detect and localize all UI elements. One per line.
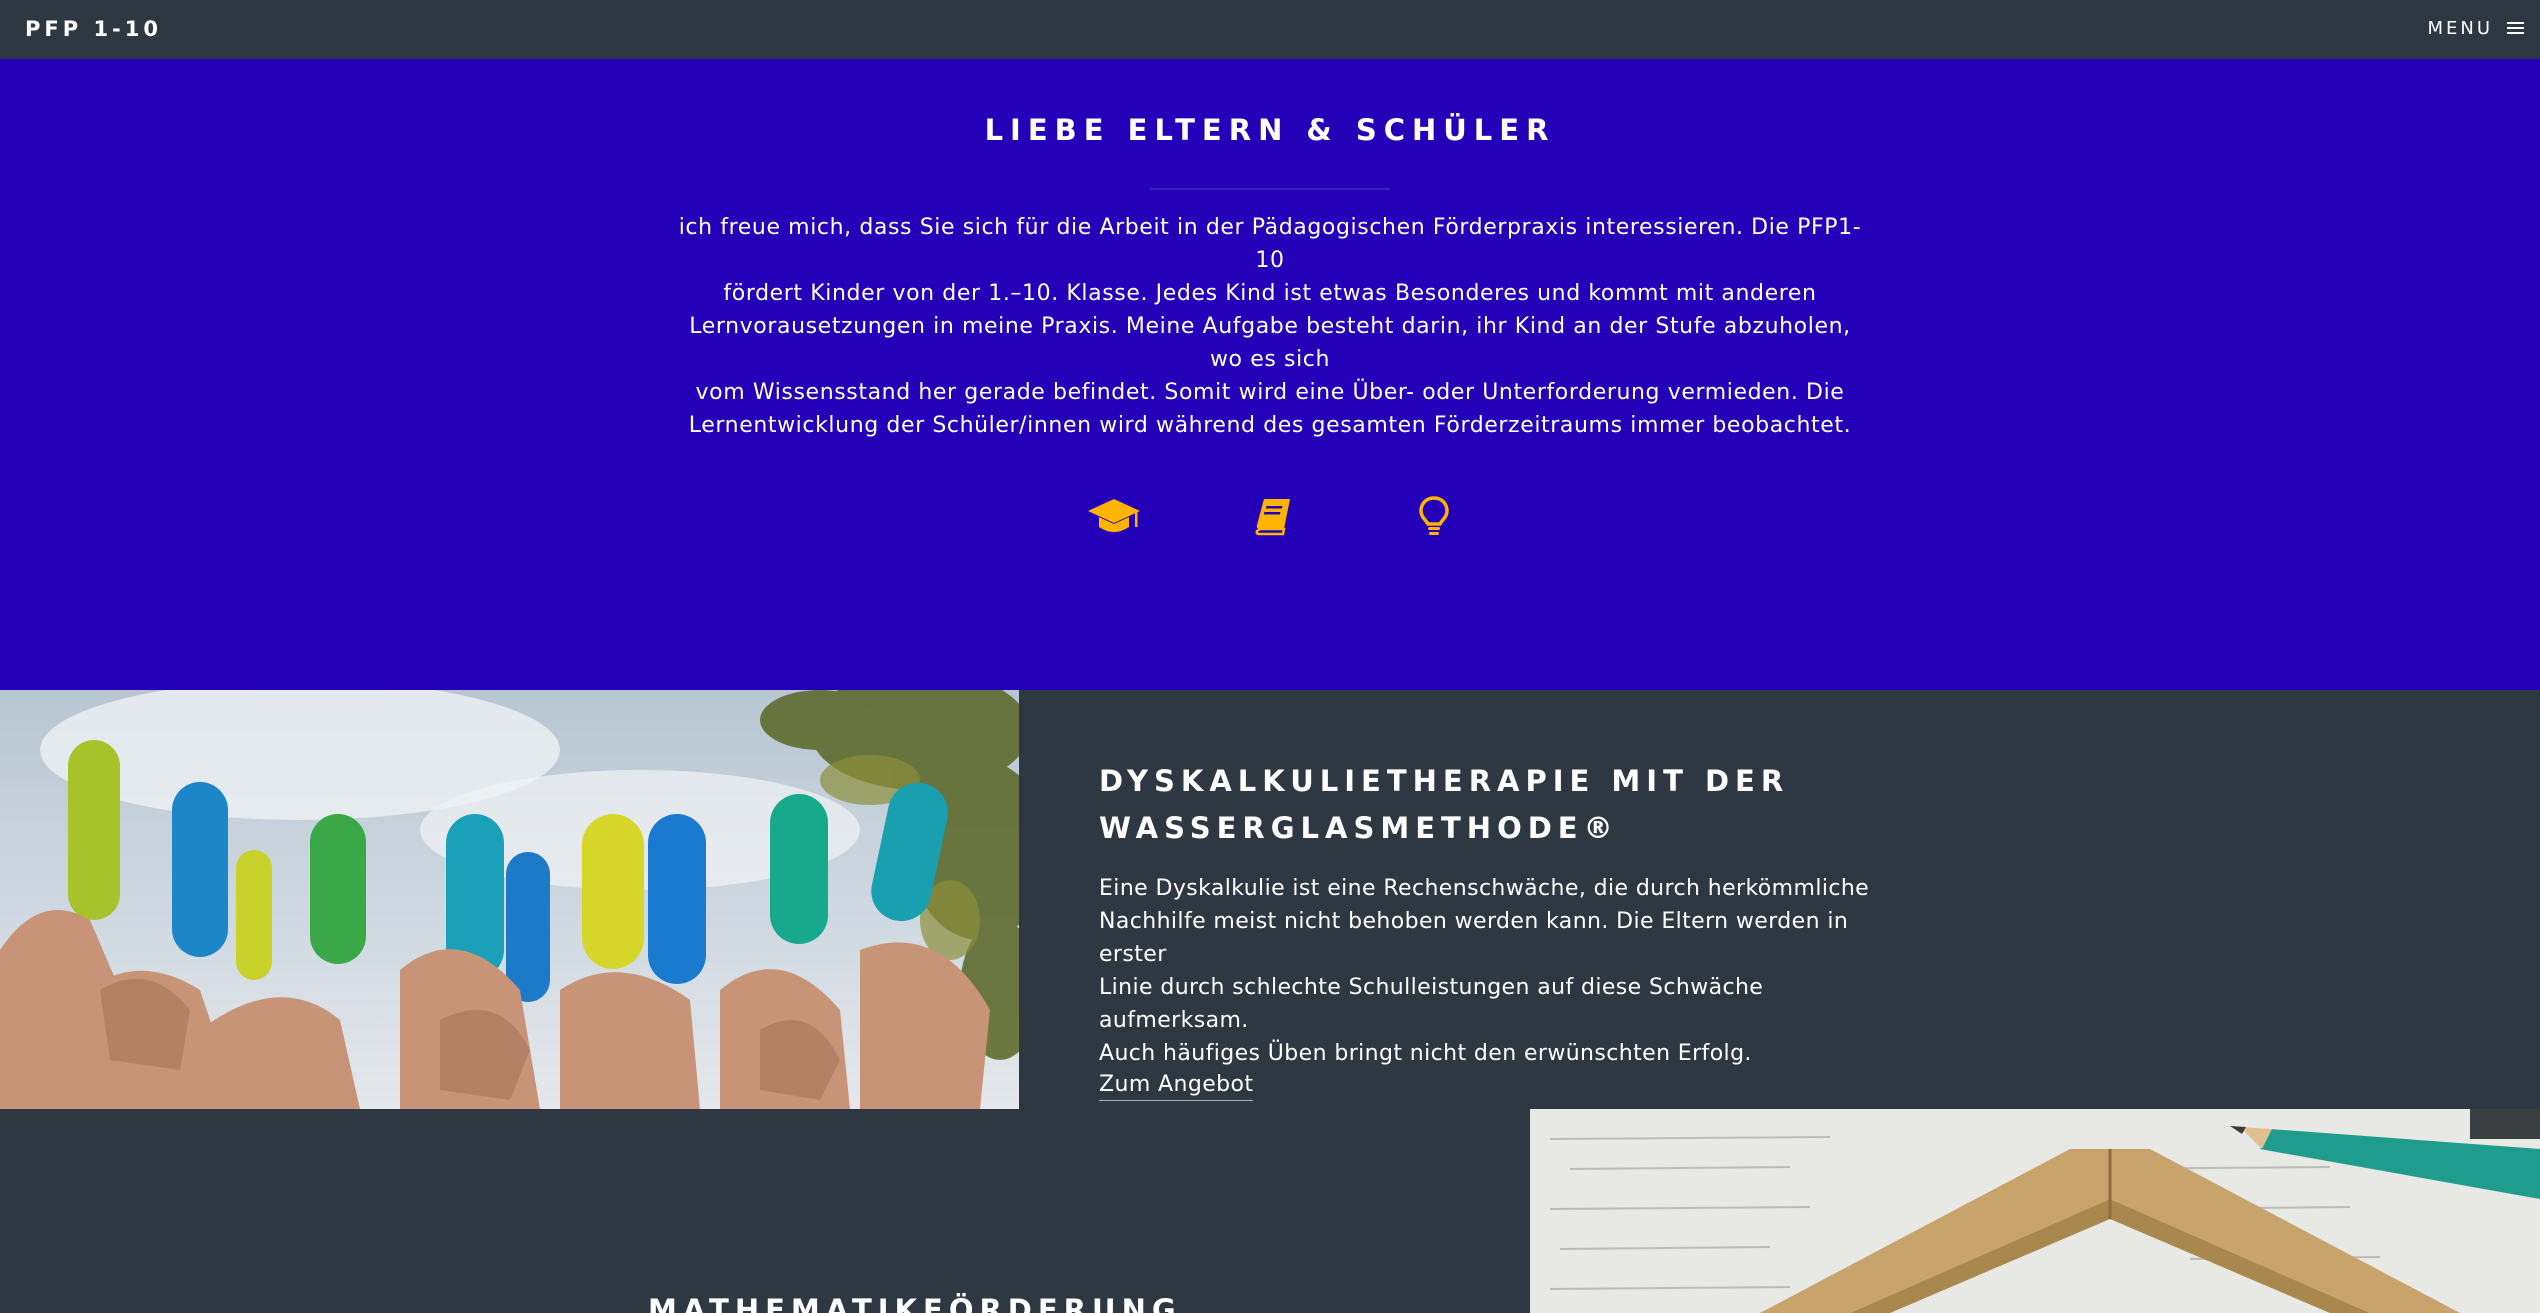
- paragraph-line: Nachhilfe meist nicht behoben werden kan…: [1099, 909, 1849, 967]
- intro-paragraph: ich freue mich, dass Sie sich für die Ar…: [670, 211, 1870, 442]
- paragraph-line: Eine Dyskalkulie ist eine Rechenschwäche…: [1099, 876, 1870, 901]
- intro-section: LIEBE ELTERN & SCHÜLER ich freue mich, d…: [0, 59, 2540, 690]
- intro-line: fördert Kinder von der 1.–10. Klasse. Je…: [723, 281, 1817, 306]
- mathematik-section: MATHEMATIKFÖRDERUNG: [0, 1109, 2540, 1313]
- mathematik-title: MATHEMATIKFÖRDERUNG: [648, 1293, 1182, 1313]
- zum-angebot-link[interactable]: Zum Angebot: [1099, 1070, 1254, 1101]
- menu-button[interactable]: MENU: [2427, 18, 2524, 39]
- book-icon: [1244, 487, 1304, 547]
- feature-icons: [0, 487, 2540, 547]
- title-line: DYSKALKULIETHERAPIE MIT DER: [1099, 764, 1790, 798]
- graduation-cap-icon: [1084, 487, 1144, 547]
- paragraph-line: Auch häufiges Üben bringt nicht den erwü…: [1099, 1041, 1752, 1066]
- intro-title: LIEBE ELTERN & SCHÜLER: [984, 113, 1556, 147]
- title-line: WASSERGLASMETHODE®: [1099, 811, 1619, 845]
- dyskalkulie-paragraph: Eine Dyskalkulie ist eine Rechenschwäche…: [1099, 872, 1919, 1070]
- menu-label: MENU: [2427, 18, 2493, 39]
- paragraph-line: Linie durch schlechte Schulleistungen au…: [1099, 975, 1764, 1033]
- brand-logo-text[interactable]: PFP 1-10: [25, 17, 162, 41]
- hamburger-icon: [2507, 22, 2524, 35]
- intro-line: Lernentwicklung der Schüler/innen wird w…: [688, 413, 1852, 438]
- top-nav-bar: PFP 1-10 MENU: [0, 0, 2540, 59]
- title-divider: [1150, 188, 1390, 190]
- intro-line: Lernvorausetzungen in meine Praxis. Mein…: [689, 314, 1851, 372]
- lightbulb-icon: [1404, 487, 1464, 547]
- dyskalkulie-section: DYSKALKULIETHERAPIE MIT DER WASSERGLASME…: [0, 690, 2540, 1109]
- worksheet-photo: [1530, 1109, 2540, 1313]
- dyskalkulie-content: DYSKALKULIETHERAPIE MIT DER WASSERGLASME…: [1099, 758, 1919, 1101]
- intro-line: vom Wissensstand her gerade befindet. So…: [695, 380, 1845, 405]
- intro-line: ich freue mich, dass Sie sich für die Ar…: [678, 215, 1862, 273]
- dyskalkulie-title: DYSKALKULIETHERAPIE MIT DER WASSERGLASME…: [1099, 758, 1919, 852]
- test-tubes-photo: [0, 690, 1019, 1109]
